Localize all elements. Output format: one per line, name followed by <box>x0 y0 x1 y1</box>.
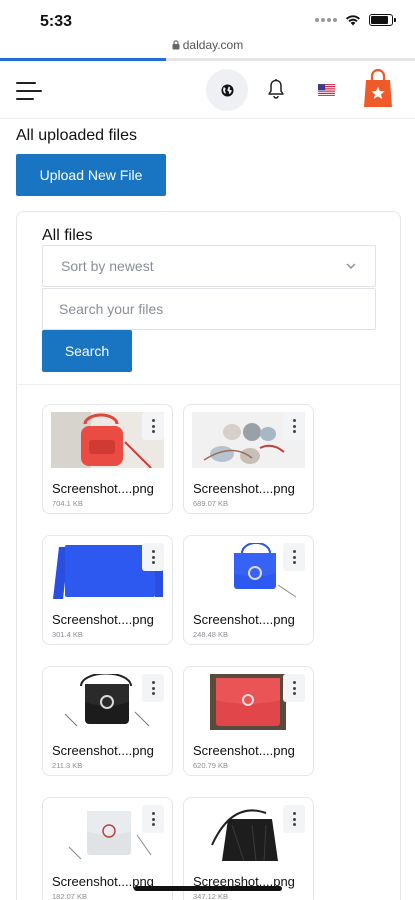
file-size: 704.1 KB <box>52 499 83 508</box>
shopping-bag-icon[interactable] <box>363 68 393 108</box>
bell-icon[interactable] <box>266 78 286 100</box>
sort-select[interactable]: Sort by newest <box>42 245 376 287</box>
files-card-title: All files <box>42 227 93 244</box>
battery-icon <box>369 14 396 26</box>
file-card[interactable]: Screenshot....png 689.07 KB <box>183 404 314 514</box>
file-card[interactable]: Screenshot....png 211.3 KB <box>42 666 173 776</box>
file-card[interactable]: Screenshot....png 301.4 KB <box>42 535 173 645</box>
file-name: Screenshot....png <box>193 612 295 627</box>
search-button[interactable]: Search <box>42 330 132 372</box>
file-size: 182.07 KB <box>52 892 88 900</box>
language-button[interactable] <box>206 69 248 111</box>
file-name: Screenshot....png <box>52 481 154 496</box>
files-card: All files Sort by newest Search Screensh… <box>16 211 401 900</box>
wifi-icon <box>346 15 360 26</box>
file-name: Screenshot....png <box>52 743 154 758</box>
us-flag-icon[interactable] <box>318 84 335 96</box>
file-size: 248.48 KB <box>193 630 229 639</box>
more-options-icon[interactable] <box>142 543 164 571</box>
page-title: All uploaded files <box>16 127 137 144</box>
file-card[interactable]: Screenshot....png 620.79 KB <box>183 666 314 776</box>
more-options-icon[interactable] <box>142 805 164 833</box>
more-options-icon[interactable] <box>283 674 305 702</box>
file-card[interactable]: Screenshot....png 182.07 KB <box>42 797 173 900</box>
file-size: 211.3 KB <box>52 761 83 770</box>
file-grid: Screenshot....png 704.1 KB Screenshot...… <box>42 404 322 900</box>
file-name: Screenshot....png <box>52 612 154 627</box>
more-options-icon[interactable] <box>283 412 305 440</box>
more-options-icon[interactable] <box>283 805 305 833</box>
file-card[interactable]: Screenshot....png 704.1 KB <box>42 404 173 514</box>
home-indicator <box>134 886 282 891</box>
browser-url-bar[interactable]: dalday.com <box>0 38 415 58</box>
status-icons <box>315 14 396 26</box>
file-size: 689.07 KB <box>193 499 229 508</box>
sort-select-value: Sort by newest <box>61 258 154 274</box>
divider <box>17 384 400 385</box>
search-files-input[interactable] <box>42 288 376 330</box>
file-card[interactable]: Screenshot....png 347.12 KB <box>183 797 314 900</box>
lock-icon <box>172 40 180 50</box>
globe-icon <box>220 83 234 97</box>
site-header <box>0 61 415 119</box>
file-name: Screenshot....png <box>193 481 295 496</box>
status-time: 5:33 <box>40 13 73 30</box>
file-name: Screenshot....png <box>193 743 295 758</box>
status-bar: 5:33 <box>0 0 415 36</box>
file-size: 347.12 KB <box>193 892 229 900</box>
file-card[interactable]: Screenshot....png 248.48 KB <box>183 535 314 645</box>
upload-new-file-button[interactable]: Upload New File <box>16 154 166 196</box>
more-options-icon[interactable] <box>283 543 305 571</box>
hamburger-menu-icon[interactable] <box>16 80 42 102</box>
file-size: 620.79 KB <box>193 761 229 770</box>
url-text: dalday.com <box>182 38 244 52</box>
more-options-icon[interactable] <box>142 674 164 702</box>
more-options-icon[interactable] <box>142 412 164 440</box>
chevron-down-icon <box>346 263 356 269</box>
cellular-signal-icon <box>315 18 337 22</box>
file-size: 301.4 KB <box>52 630 83 639</box>
